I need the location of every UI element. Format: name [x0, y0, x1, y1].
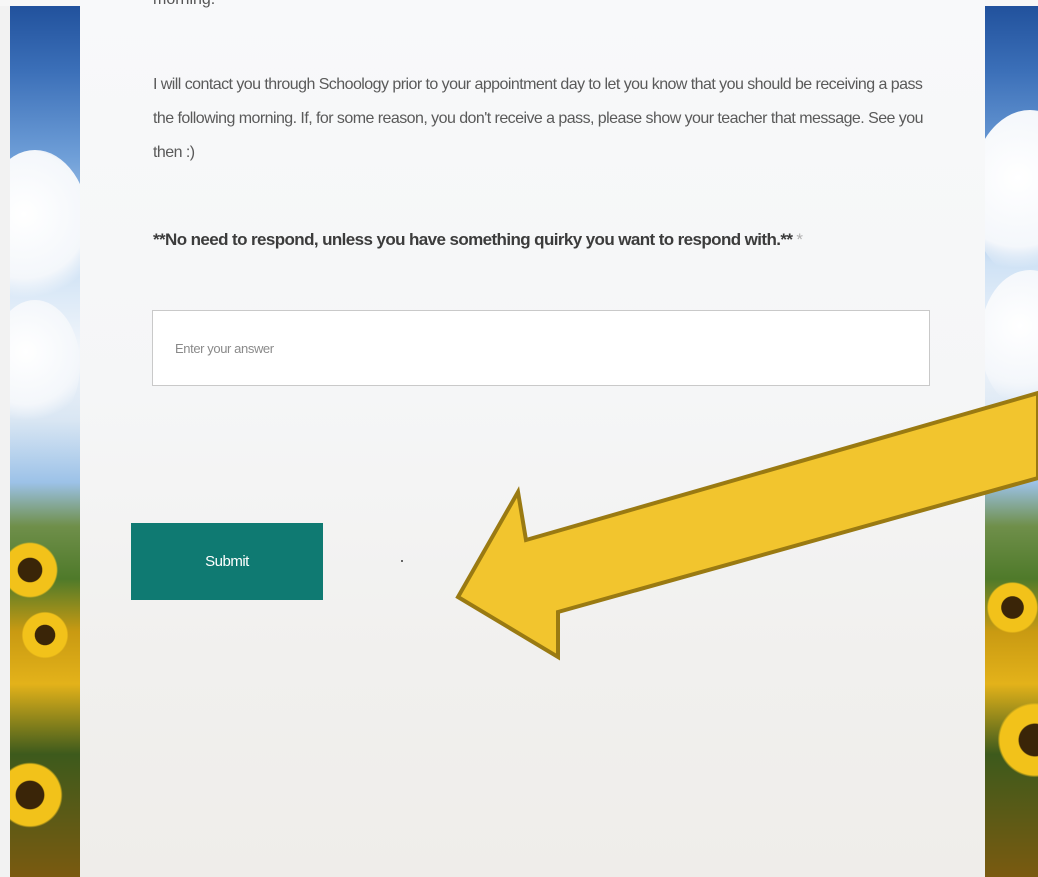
stray-dot: [401, 560, 403, 562]
cloud-left: [0, 150, 90, 310]
submit-button[interactable]: Submit: [131, 523, 323, 600]
answer-input[interactable]: [153, 311, 929, 385]
cloud-right-lower: [980, 270, 1038, 410]
window-left-edge: [0, 0, 10, 877]
previous-paragraph-fragment: morning.: [153, 0, 215, 9]
sunflower-left-2: [20, 610, 70, 660]
required-marker: *: [796, 230, 803, 249]
screenshot-stage: morning. I will contact you through Scho…: [0, 0, 1038, 877]
cloud-left-lower: [0, 300, 80, 430]
question-title: **No need to respond, unless you have so…: [153, 230, 953, 250]
question-text: **No need to respond, unless you have so…: [153, 230, 793, 249]
form-card: morning. I will contact you through Scho…: [80, 0, 985, 877]
sunflower-right-2: [995, 700, 1038, 780]
answer-field-container: [152, 310, 930, 386]
description-text: I will contact you through Schoology pri…: [153, 76, 923, 161]
sunflower-right-1: [985, 580, 1038, 635]
